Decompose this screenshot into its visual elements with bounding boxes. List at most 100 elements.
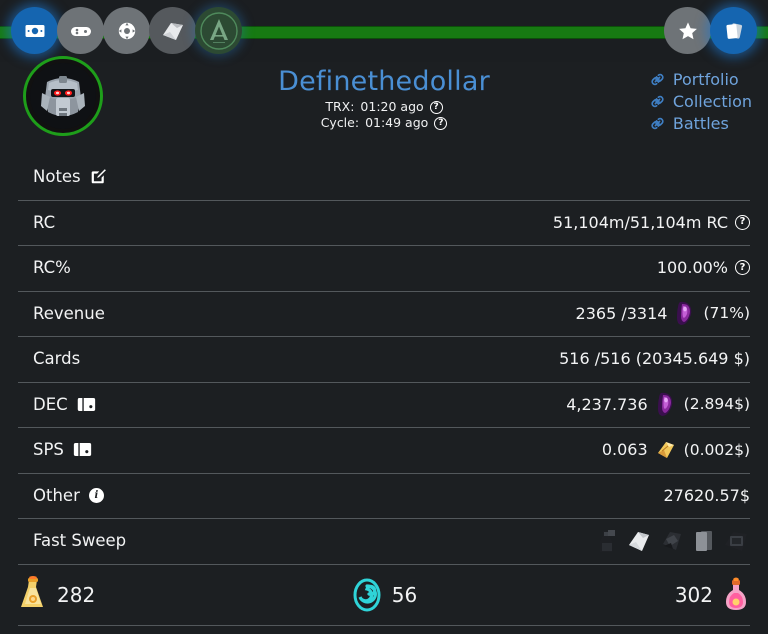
row-rc-value: 51,104m/51,104m RC <box>552 212 728 232</box>
row-rc-percent-label-group: RC% <box>33 258 71 277</box>
row-dec-value: 4,237.736 <box>566 394 648 414</box>
top-nav-bar <box>0 0 768 62</box>
row-sps-value: 0.063 <box>601 440 648 460</box>
nav-archmage-logo-icon[interactable] <box>195 7 242 54</box>
dec-gem-icon <box>657 393 672 417</box>
header-links: Portfolio Collection Battles <box>649 70 752 133</box>
row-fast-sweep-label-group: Fast Sweep <box>33 531 126 550</box>
wallet-icon[interactable] <box>77 396 96 413</box>
nav-star-icon[interactable] <box>664 7 711 54</box>
stats-list: Notes RC 51,104m/51,104m RC ? RC% 100.00… <box>0 154 768 564</box>
link-chain-icon <box>651 95 664 108</box>
profile-header: Definethedollar TRX: 01:20 ago ? Cycle: … <box>0 56 768 150</box>
gray-cards-icon[interactable] <box>691 527 717 555</box>
trx-label: TRX: <box>325 99 355 114</box>
dark-bottle-icon[interactable] <box>594 527 620 555</box>
wallet-icon[interactable] <box>73 441 92 458</box>
row-rc-label: RC <box>33 212 56 232</box>
potion-cell-alchemy[interactable]: 302 <box>506 575 750 615</box>
link-chain-icon <box>651 73 664 86</box>
row-sps-label-group: SPS <box>33 440 92 459</box>
row-dec[interactable]: DEC 4,237.736 (2.894$) <box>0 381 768 428</box>
potion-alchemy-count: 302 <box>674 582 713 607</box>
info-circle-icon[interactable]: i <box>88 487 104 503</box>
row-cards-label: Cards <box>33 349 81 369</box>
nav-banknote-icon[interactable] <box>11 7 58 54</box>
trx-value: 01:20 ago <box>360 99 424 114</box>
row-notes[interactable]: Notes <box>0 154 768 200</box>
rc-percent-help-icon[interactable]: ? <box>735 260 750 276</box>
row-dec-label: DEC <box>33 394 68 414</box>
row-cards-value: 516 /516 (20345.649 $) <box>559 349 750 369</box>
potion-energy-count: 56 <box>391 582 418 607</box>
row-sps-value-group: 0.063 (0.002$) <box>602 439 750 461</box>
row-sps-label: SPS <box>33 440 64 460</box>
row-other-value: 27620.57$ <box>663 485 750 505</box>
row-fast-sweep-label: Fast Sweep <box>33 531 127 551</box>
row-dec-suffix: (2.894$) <box>683 395 750 414</box>
row-other[interactable]: Other i 27620.57$ <box>0 472 768 519</box>
row-fast-sweep[interactable]: Fast Sweep <box>0 518 768 564</box>
row-other-label: Other <box>33 485 80 505</box>
potion-cell-energy[interactable]: 56 <box>262 578 506 612</box>
row-rc-value-group: 51,104m/51,104m RC ? <box>553 213 750 232</box>
gold-potion-icon <box>21 575 43 607</box>
trx-help-icon[interactable]: ? <box>429 100 443 114</box>
card-packs-icon <box>162 22 183 40</box>
link-collection-label: Collection <box>672 92 752 111</box>
row-rc-percent-value: 100.00% <box>656 258 728 278</box>
row-sps-suffix: (0.002$) <box>683 440 750 459</box>
row-notes-label-group: Notes <box>33 167 107 186</box>
link-portfolio-label: Portfolio <box>672 70 739 89</box>
row-dec-value-group: 4,237.736 (2.894$) <box>566 391 750 417</box>
fast-sweep-icon-group <box>594 527 750 555</box>
row-revenue[interactable]: Revenue 2365 /3314 (71%) <box>0 290 768 337</box>
white-pack-icon[interactable] <box>625 527 653 555</box>
potion-cell-legendary[interactable]: 282 <box>18 575 262 614</box>
dark-frame-icon[interactable] <box>722 527 750 555</box>
soccer-ball-icon <box>118 22 135 39</box>
dark-crumple-icon[interactable] <box>658 527 686 555</box>
row-notes-label: Notes <box>33 167 81 187</box>
dec-gem-icon <box>677 302 692 326</box>
archmage-logo-icon <box>199 11 238 50</box>
row-rc-percent[interactable]: RC% 100.00% ? <box>0 245 768 291</box>
row-cards-label-group: Cards <box>33 349 80 368</box>
row-other-label-group: Other i <box>33 486 104 505</box>
row-dec-label-group: DEC <box>33 395 96 414</box>
cycle-label: Cycle: <box>320 115 360 130</box>
row-rc[interactable]: RC 51,104m/51,104m RC ? <box>0 199 768 246</box>
nav-soccer-ball-icon[interactable] <box>103 7 150 54</box>
link-chain-icon <box>651 117 664 130</box>
link-battles[interactable]: Battles <box>649 114 752 133</box>
pink-potion-icon <box>726 577 746 610</box>
potion-legendary-count: 282 <box>57 582 96 607</box>
link-portfolio[interactable]: Portfolio <box>649 70 752 89</box>
rc-help-icon[interactable]: ? <box>735 214 750 230</box>
nav-card-packs-icon[interactable] <box>149 7 196 54</box>
potion-summary-bar: 282 56 302 <box>0 563 768 626</box>
teal-spiral-icon <box>353 578 381 611</box>
row-rc-label-group: RC <box>33 213 55 232</box>
link-collection[interactable]: Collection <box>649 92 752 111</box>
row-rc-percent-value-group: 100.00% ? <box>657 258 750 277</box>
row-revenue-value-group: 2365 /3314 (71%) <box>576 300 750 326</box>
edit-pencil-icon[interactable] <box>90 168 107 185</box>
nav-cards-icon[interactable] <box>710 7 757 54</box>
row-revenue-label: Revenue <box>33 303 105 323</box>
row-revenue-label-group: Revenue <box>33 304 105 323</box>
row-revenue-suffix: (71%) <box>703 304 750 323</box>
cycle-value: 01:49 ago <box>365 115 429 130</box>
banknote-icon <box>25 24 44 37</box>
gamepad-icon <box>70 26 91 36</box>
row-rc-percent-label: RC% <box>33 258 71 278</box>
sps-scroll-icon <box>657 441 674 458</box>
link-battles-label: Battles <box>672 114 729 133</box>
cards-icon <box>725 22 742 39</box>
nav-gamepad-icon[interactable] <box>57 7 104 54</box>
cycle-help-icon[interactable]: ? <box>434 116 448 130</box>
star-icon <box>678 21 697 39</box>
row-cards[interactable]: Cards 516 /516 (20345.649 $) <box>0 336 768 382</box>
row-revenue-value: 2365 /3314 <box>575 303 668 323</box>
row-sps[interactable]: SPS 0.063 (0.002$) <box>0 427 768 473</box>
